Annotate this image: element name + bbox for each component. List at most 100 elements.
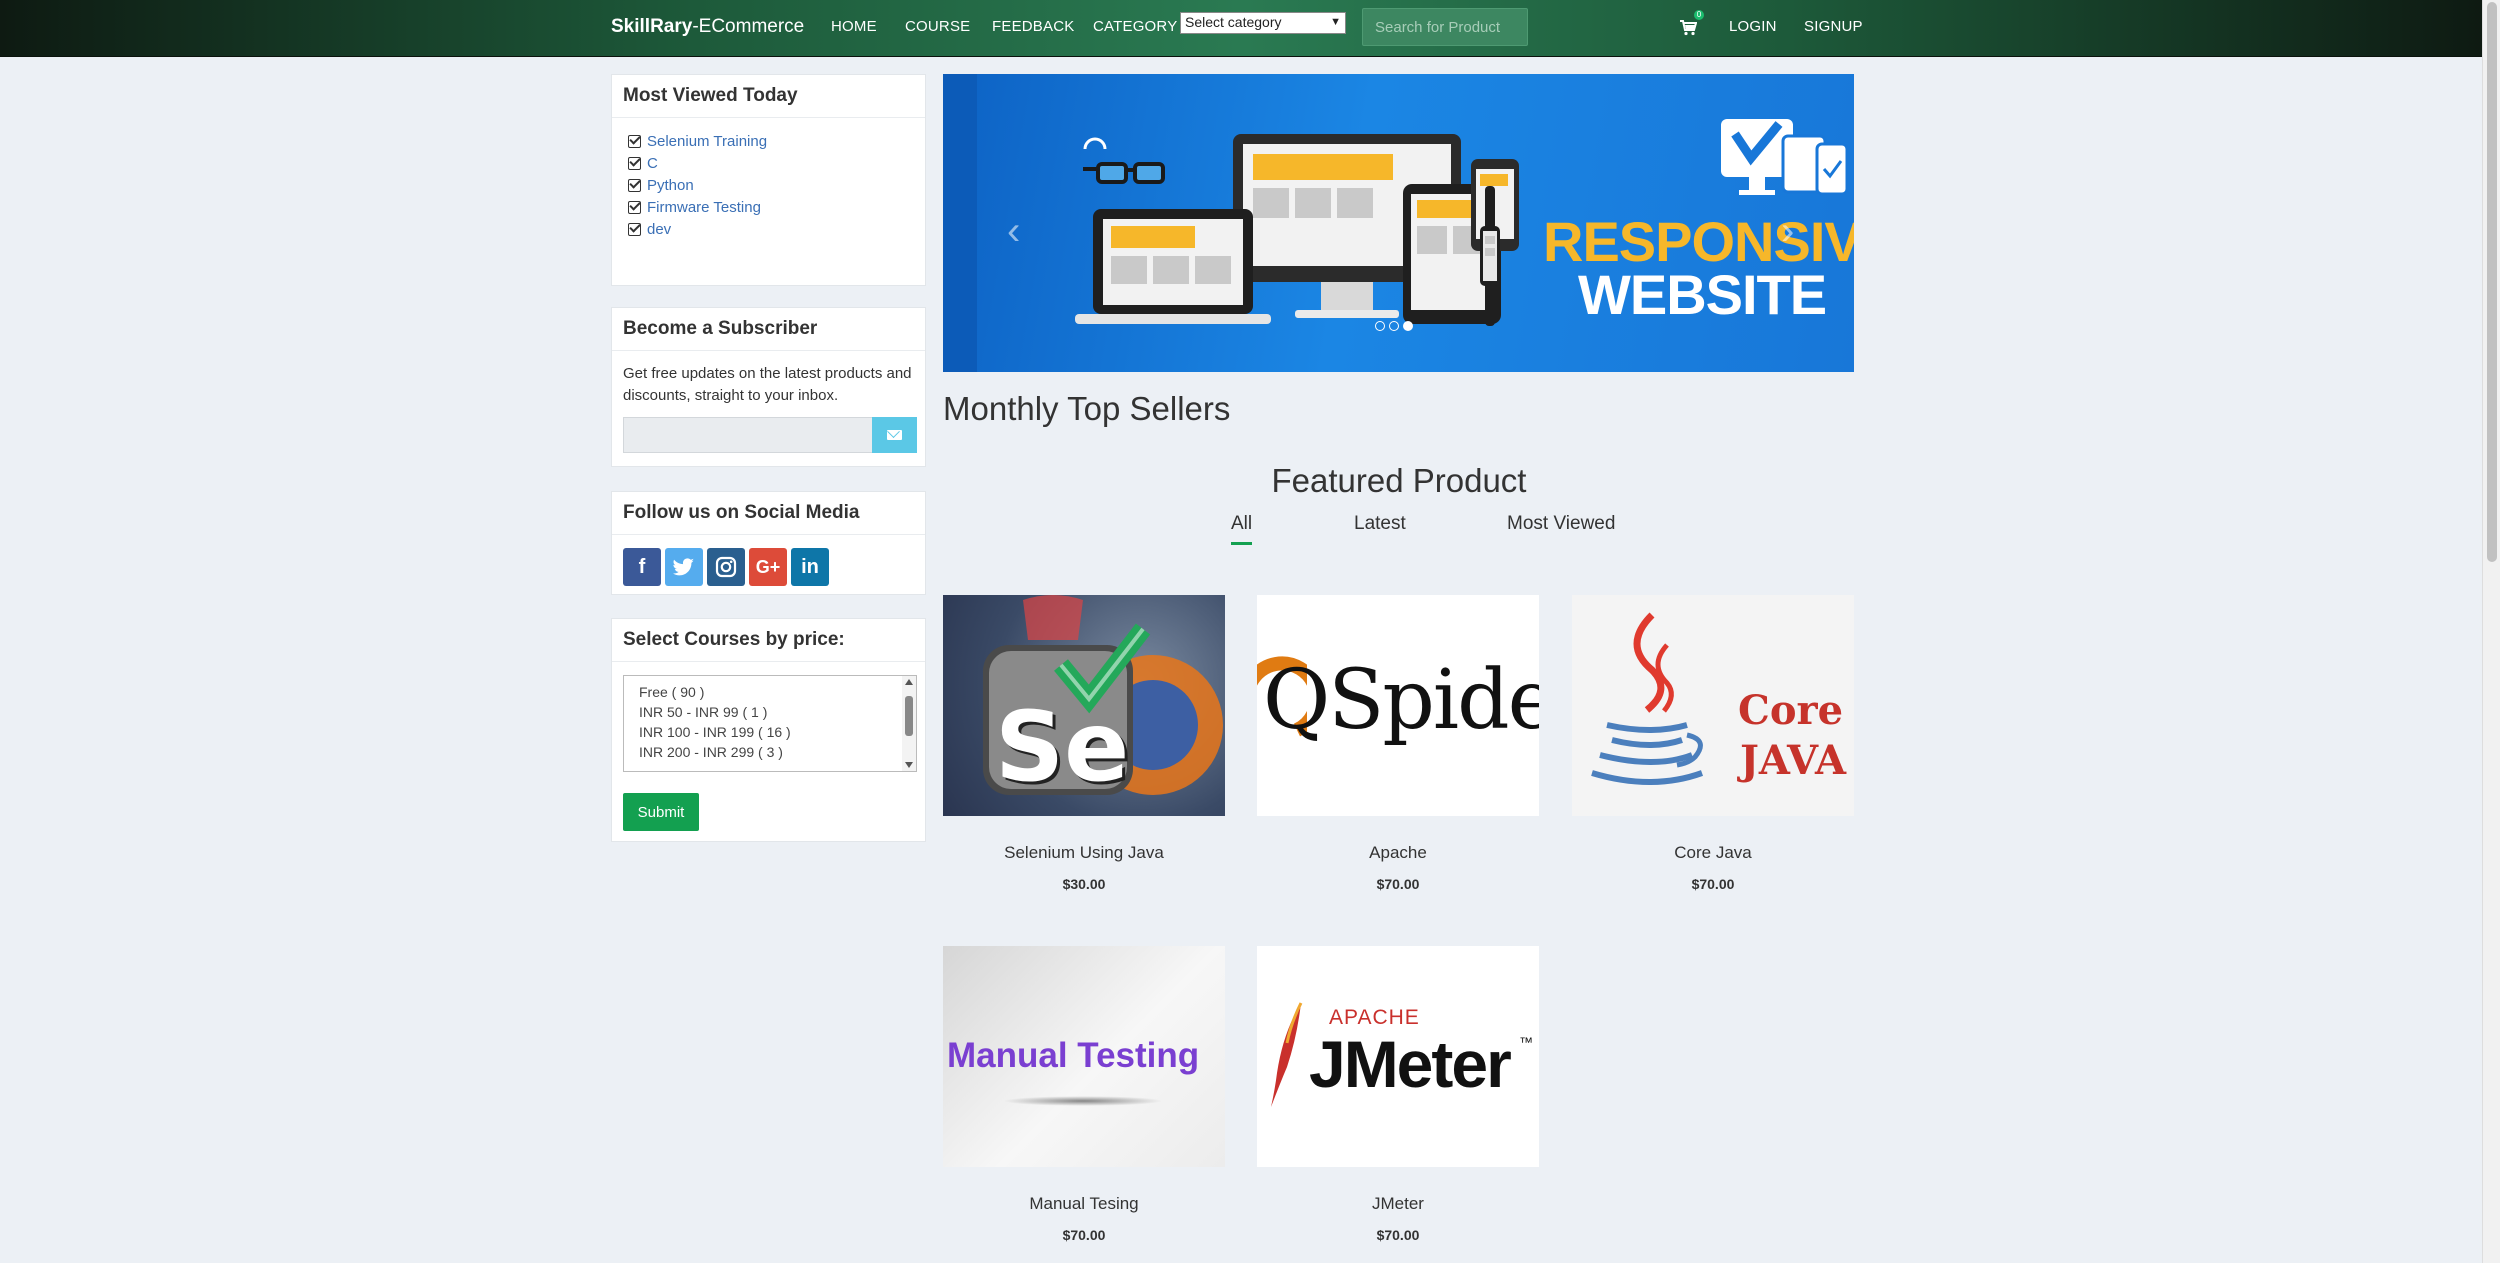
product-image[interactable]: Core JAVA	[1572, 595, 1854, 816]
product-card[interactable]: Manual Testing Manual Tesing $70.00	[943, 946, 1225, 1243]
tab-most-viewed[interactable]: Most Viewed	[1507, 513, 1615, 535]
search-box[interactable]	[1362, 8, 1528, 46]
product-price: $70.00	[1691, 876, 1735, 892]
product-name[interactable]: Selenium Using Java	[943, 843, 1225, 863]
apache-feather-icon	[1271, 1002, 1303, 1107]
featured-heading: Featured Product	[1271, 462, 1527, 499]
check-square-icon	[628, 134, 641, 148]
product-name[interactable]: Core Java	[1572, 843, 1854, 863]
carousel-dot[interactable]	[1389, 321, 1399, 331]
qspiders-logo-text: QSpiders	[1263, 653, 1539, 748]
facebook-icon[interactable]: f	[623, 548, 661, 586]
price-range-listbox[interactable]: Free ( 90 ) INR 50 - INR 99 ( 1 ) INR 10…	[623, 675, 917, 772]
subscriber-description: Get free updates on the latest products …	[623, 365, 912, 404]
product-price: $30.00	[1062, 876, 1106, 892]
product-name[interactable]: Apache	[1257, 843, 1539, 863]
chevron-down-icon: ▼	[1330, 16, 1341, 28]
price-option[interactable]: INR 50 - INR 99 ( 1 )	[624, 702, 916, 722]
cart-count-badge: 0	[1694, 10, 1704, 20]
scroll-down-arrow-icon[interactable]	[905, 762, 913, 768]
most-viewed-link[interactable]: Selenium Training	[647, 133, 767, 150]
carousel-indicators	[1375, 321, 1413, 331]
java-cup-logo	[1591, 612, 1704, 785]
jmeter-logo-text: JMeter	[1309, 1027, 1512, 1101]
cart-icon[interactable]	[1679, 19, 1697, 37]
subscribe-form	[623, 417, 917, 453]
navbar-inner: SkillRary-ECommerce HOME COURSE FEEDBACK…	[611, 0, 1866, 57]
most-viewed-panel: Most Viewed Today Selenium Training C Py…	[611, 74, 926, 286]
scroll-up-arrow-icon[interactable]	[905, 679, 913, 685]
envelope-icon	[887, 430, 902, 440]
price-option[interactable]: INR 200 - INR 299 ( 3 )	[624, 742, 916, 762]
manual-testing-logo-text: Manual Testing	[947, 1036, 1200, 1075]
product-image[interactable]: Se	[943, 595, 1225, 816]
signup-link[interactable]: SIGNUP	[1804, 18, 1863, 35]
product-price: $70.00	[1376, 876, 1420, 892]
google-plus-icon[interactable]: G+	[749, 548, 787, 586]
price-option[interactable]: Free ( 90 )	[624, 682, 916, 702]
page-scrollbar[interactable]	[2482, 0, 2500, 1263]
carousel-dot-active[interactable]	[1403, 321, 1413, 331]
product-name[interactable]: Manual Tesing	[943, 1194, 1225, 1214]
listbox-scrollbar[interactable]	[902, 676, 916, 771]
responsive-check-icon	[1721, 119, 1849, 196]
instagram-icon[interactable]	[707, 548, 745, 586]
most-viewed-link[interactable]: dev	[647, 221, 671, 238]
selenium-logo-text: Se	[995, 691, 1130, 803]
list-item: Firmware Testing	[628, 196, 925, 218]
top-sellers-heading: Monthly Top Sellers	[943, 390, 1231, 427]
subscriber-title: Become a Subscriber	[612, 308, 925, 351]
linkedin-icon[interactable]: in	[791, 548, 829, 586]
search-input[interactable]	[1363, 9, 1527, 45]
twitter-icon[interactable]	[665, 548, 703, 586]
nav-category-link[interactable]: CATEGORY	[1093, 18, 1177, 35]
product-image[interactable]: QSpiders	[1257, 595, 1539, 816]
list-item: C	[628, 152, 925, 174]
product-price: $70.00	[1062, 1227, 1106, 1243]
price-option[interactable]: INR 100 - INR 199 ( 16 )	[624, 722, 916, 742]
product-name[interactable]: JMeter	[1257, 1194, 1539, 1214]
manual-testing-shadow	[1003, 1096, 1163, 1106]
product-card[interactable]: Se Selenium Using Java $30.00	[943, 595, 1225, 892]
social-icons: f G+ in	[612, 535, 925, 599]
jmeter-trademark: ™	[1519, 1034, 1533, 1050]
listbox-scroll-thumb[interactable]	[905, 696, 913, 736]
most-viewed-link[interactable]: Python	[647, 177, 694, 194]
banner-left-strip	[943, 74, 977, 372]
product-image[interactable]: Manual Testing	[943, 946, 1225, 1167]
price-filter-title: Select Courses by price:	[612, 619, 925, 662]
most-viewed-link[interactable]: Firmware Testing	[647, 199, 761, 216]
carousel-next-icon[interactable]: ›	[1781, 209, 1794, 254]
product-image[interactable]: APACHE JMeter ™	[1257, 946, 1539, 1167]
subscribe-email-input[interactable]	[623, 417, 873, 453]
social-panel: Follow us on Social Media f G+ in	[611, 491, 926, 595]
subscriber-panel: Become a Subscriber Get free updates on …	[611, 307, 926, 467]
nav-feedback-link[interactable]: FEEDBACK	[992, 18, 1074, 35]
most-viewed-list: Selenium Training C Python Firmware Test…	[612, 118, 925, 240]
most-viewed-link[interactable]: C	[647, 155, 658, 172]
product-card[interactable]: QSpiders Apache $70.00	[1257, 595, 1539, 892]
check-square-icon	[628, 200, 641, 214]
check-square-icon	[628, 178, 641, 192]
list-item: dev	[628, 218, 925, 240]
carousel-dot[interactable]	[1375, 321, 1385, 331]
list-item: Selenium Training	[628, 130, 925, 152]
tab-all[interactable]: All	[1231, 513, 1253, 545]
list-item: Python	[628, 174, 925, 196]
banner-headline-line2: WEBSITE	[1578, 263, 1827, 326]
product-card[interactable]: Core JAVA Core Java $70.00	[1572, 595, 1854, 892]
brand-logo[interactable]: SkillRary-ECommerce	[611, 16, 804, 38]
devices-illustration	[1075, 134, 1519, 324]
subscribe-button[interactable]	[872, 417, 917, 453]
product-card[interactable]: APACHE JMeter ™ JMeter $70.00	[1257, 946, 1539, 1243]
tab-latest[interactable]: Latest	[1354, 513, 1406, 535]
price-submit-button[interactable]: Submit	[623, 793, 699, 831]
category-select[interactable]: Select category ▼	[1180, 12, 1346, 34]
login-link[interactable]: LOGIN	[1729, 18, 1777, 35]
product-price: $70.00	[1376, 1227, 1420, 1243]
most-viewed-title: Most Viewed Today	[612, 75, 925, 118]
carousel-prev-icon[interactable]: ‹	[1007, 209, 1020, 254]
nav-course-link[interactable]: COURSE	[905, 18, 970, 35]
nav-home-link[interactable]: HOME	[831, 18, 877, 35]
core-java-logo-line2: JAVA	[1740, 737, 1847, 784]
